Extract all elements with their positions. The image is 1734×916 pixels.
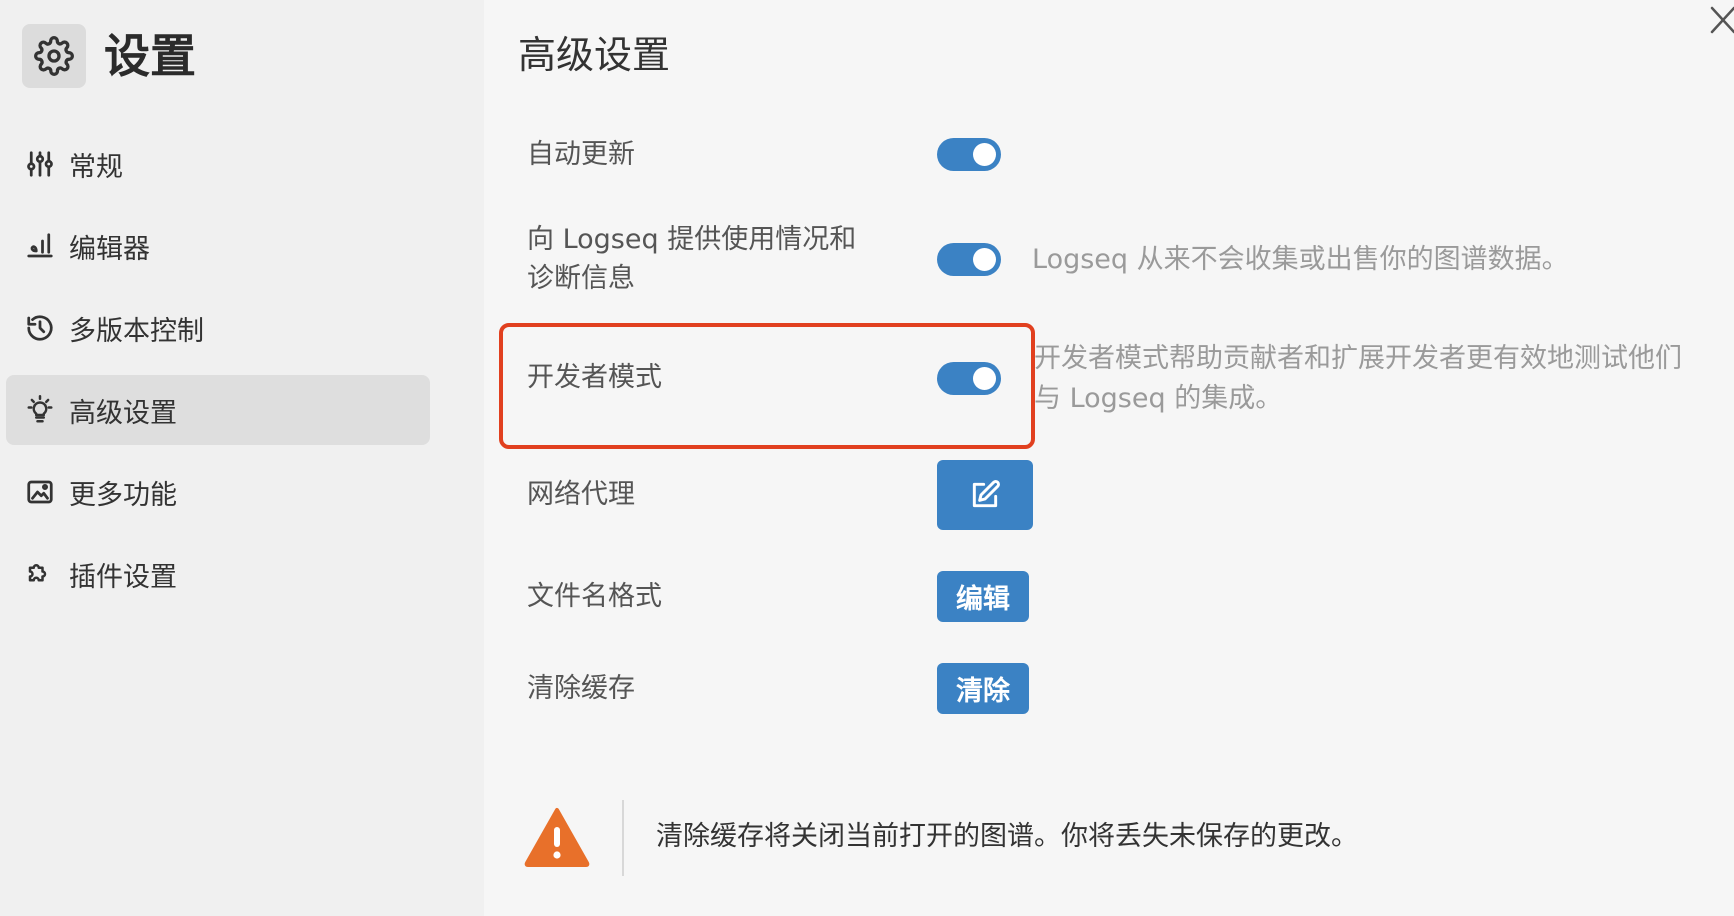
- sidebar-item-label: 插件设置: [69, 561, 177, 593]
- network-proxy-label: 网络代理: [527, 479, 635, 510]
- gear-icon: [34, 36, 74, 76]
- sidebar-item-advanced[interactable]: 高级设置: [6, 375, 430, 445]
- sidebar-item-label: 高级设置: [69, 397, 177, 429]
- settings-title: 设置: [104, 29, 196, 83]
- close-icon: [1710, 6, 1734, 34]
- editor-icon: [24, 230, 56, 262]
- telemetry-description: Logseq 从来不会收集或出售你的图谱数据。: [1032, 244, 1569, 275]
- clear-cache-button[interactable]: 清除: [937, 663, 1029, 714]
- warning-text: 清除缓存将关闭当前打开的图谱。你将丢失未保存的更改。: [656, 821, 1358, 852]
- puzzle-icon: [24, 558, 56, 590]
- sidebar-item-version-control[interactable]: 多版本控制: [6, 293, 430, 363]
- filename-format-edit-button[interactable]: 编辑: [937, 571, 1029, 622]
- page-title: 高级设置: [518, 33, 671, 77]
- settings-gear-box: [22, 24, 86, 88]
- sidebar-item-general[interactable]: 常规: [6, 129, 430, 199]
- telemetry-toggle[interactable]: [937, 243, 1001, 276]
- sidebar-item-label: 多版本控制: [69, 315, 204, 347]
- toggle-knob: [973, 143, 996, 166]
- sidebar-item-label: 常规: [69, 151, 123, 183]
- sidebar-item-plugins[interactable]: 插件设置: [6, 539, 430, 609]
- photo-icon: [24, 476, 56, 508]
- developer-mode-description-line1: 开发者模式帮助贡献者和扩展开发者更有效地测试他们: [1034, 343, 1682, 374]
- history-icon: [24, 312, 56, 344]
- telemetry-label-line2: 诊断信息: [527, 263, 635, 294]
- settings-main-panel: 高级设置 自动更新 向 Logseq 提供使用情况和 诊断信息 Logseq 从…: [484, 0, 1734, 916]
- clear-cache-warning: 清除缓存将关闭当前打开的图谱。你将丢失未保存的更改。: [524, 800, 1624, 876]
- toggle-knob: [973, 248, 996, 271]
- sidebar-item-label: 编辑器: [69, 233, 150, 265]
- close-button[interactable]: [1706, 2, 1734, 42]
- bulb-icon: [24, 394, 56, 426]
- auto-update-label: 自动更新: [527, 139, 635, 170]
- edit-icon: [972, 480, 1000, 508]
- sidebar-item-label: 更多功能: [69, 479, 177, 511]
- sidebar-item-editor[interactable]: 编辑器: [6, 211, 430, 281]
- sliders-icon: [24, 148, 56, 180]
- warning-divider: [622, 800, 624, 876]
- telemetry-label-line1: 向 Logseq 提供使用情况和: [527, 224, 857, 255]
- sidebar-item-features[interactable]: 更多功能: [6, 457, 430, 527]
- developer-mode-highlight-box: [499, 323, 1035, 449]
- filename-format-label: 文件名格式: [527, 581, 662, 612]
- network-proxy-edit-button[interactable]: [937, 460, 1033, 530]
- settings-sidebar: 设置 常规 编辑器 多版本控制 高级设置 更多功能 插件设置: [0, 0, 484, 916]
- auto-update-toggle[interactable]: [937, 138, 1001, 171]
- developer-mode-description-line2: 与 Logseq 的集成。: [1034, 383, 1283, 414]
- clear-cache-label: 清除缓存: [527, 673, 635, 704]
- warning-icon: [524, 808, 590, 867]
